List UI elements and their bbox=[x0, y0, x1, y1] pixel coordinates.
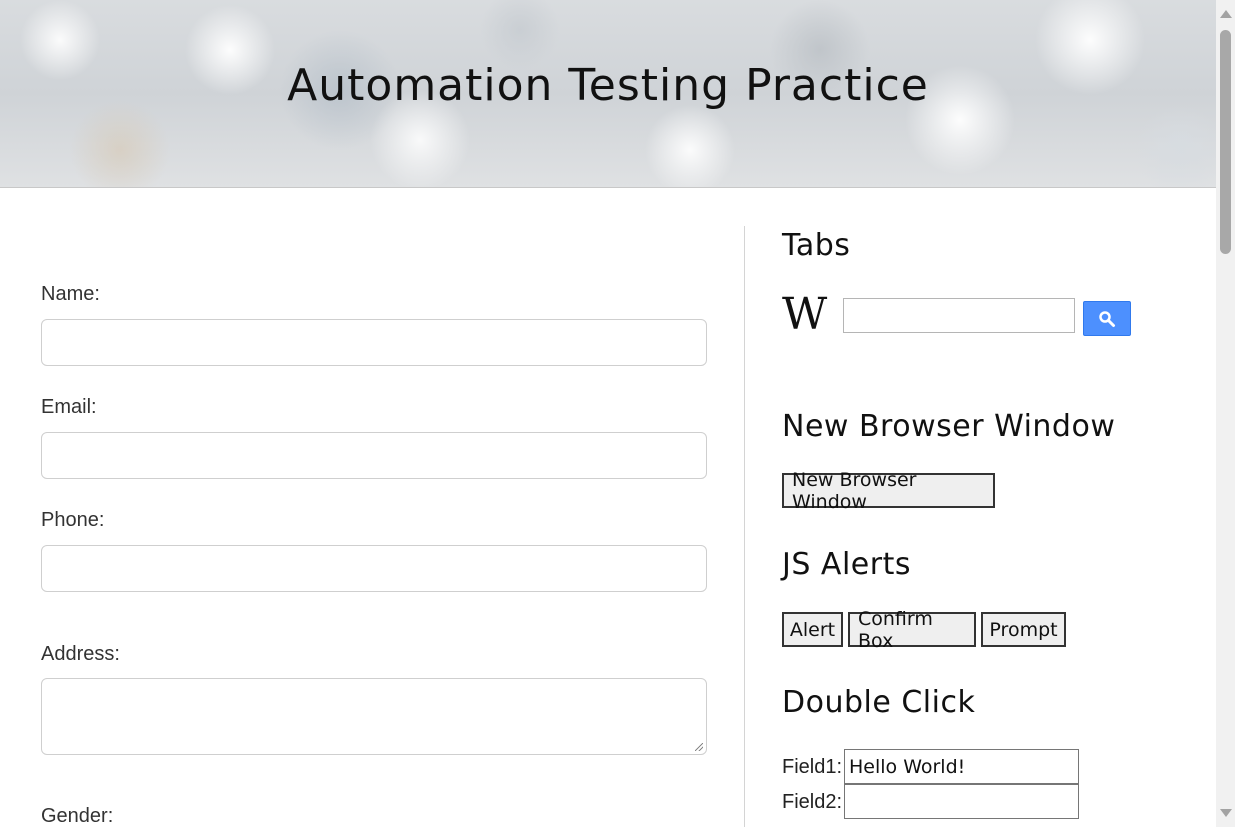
name-label: Name: bbox=[41, 283, 100, 305]
scroll-down-icon[interactable] bbox=[1220, 809, 1232, 817]
wikipedia-logo-icon: W bbox=[782, 289, 827, 340]
wikipedia-search-input[interactable] bbox=[843, 298, 1075, 333]
field2-input[interactable] bbox=[844, 784, 1079, 819]
search-icon bbox=[1099, 310, 1115, 327]
gender-label: Gender: bbox=[41, 805, 114, 827]
prompt-button[interactable]: Prompt bbox=[981, 612, 1066, 647]
page-title: Automation Testing Practice bbox=[287, 60, 929, 111]
double-click-heading: Double Click bbox=[782, 685, 976, 720]
scroll-up-icon[interactable] bbox=[1220, 10, 1232, 18]
header-banner: Automation Testing Practice bbox=[0, 0, 1216, 188]
name-input[interactable] bbox=[41, 319, 707, 366]
email-label: Email: bbox=[41, 396, 97, 418]
field1-label: Field1: bbox=[782, 756, 843, 778]
new-browser-window-button[interactable]: New Browser Window bbox=[782, 469, 995, 513]
column-divider bbox=[744, 226, 745, 827]
confirm-box-button[interactable]: Confirm Box bbox=[848, 608, 976, 652]
tabs-heading: Tabs bbox=[782, 228, 851, 263]
page-scrollbar[interactable] bbox=[1216, 0, 1235, 827]
alert-button[interactable]: Alert bbox=[782, 612, 843, 647]
address-textarea[interactable] bbox=[41, 678, 707, 755]
address-label: Address: bbox=[41, 643, 120, 665]
wikipedia-search-button[interactable] bbox=[1083, 301, 1131, 336]
resize-grip-icon[interactable] bbox=[695, 743, 703, 751]
phone-input[interactable] bbox=[41, 545, 707, 592]
field1-input[interactable]: Hello World! bbox=[844, 749, 1079, 784]
email-input[interactable] bbox=[41, 432, 707, 479]
field2-label: Field2: bbox=[782, 791, 843, 813]
scroll-thumb[interactable] bbox=[1220, 30, 1231, 254]
js-alerts-heading: JS Alerts bbox=[782, 547, 911, 582]
new-browser-window-heading: New Browser Window bbox=[782, 409, 1116, 444]
phone-label: Phone: bbox=[41, 509, 105, 531]
